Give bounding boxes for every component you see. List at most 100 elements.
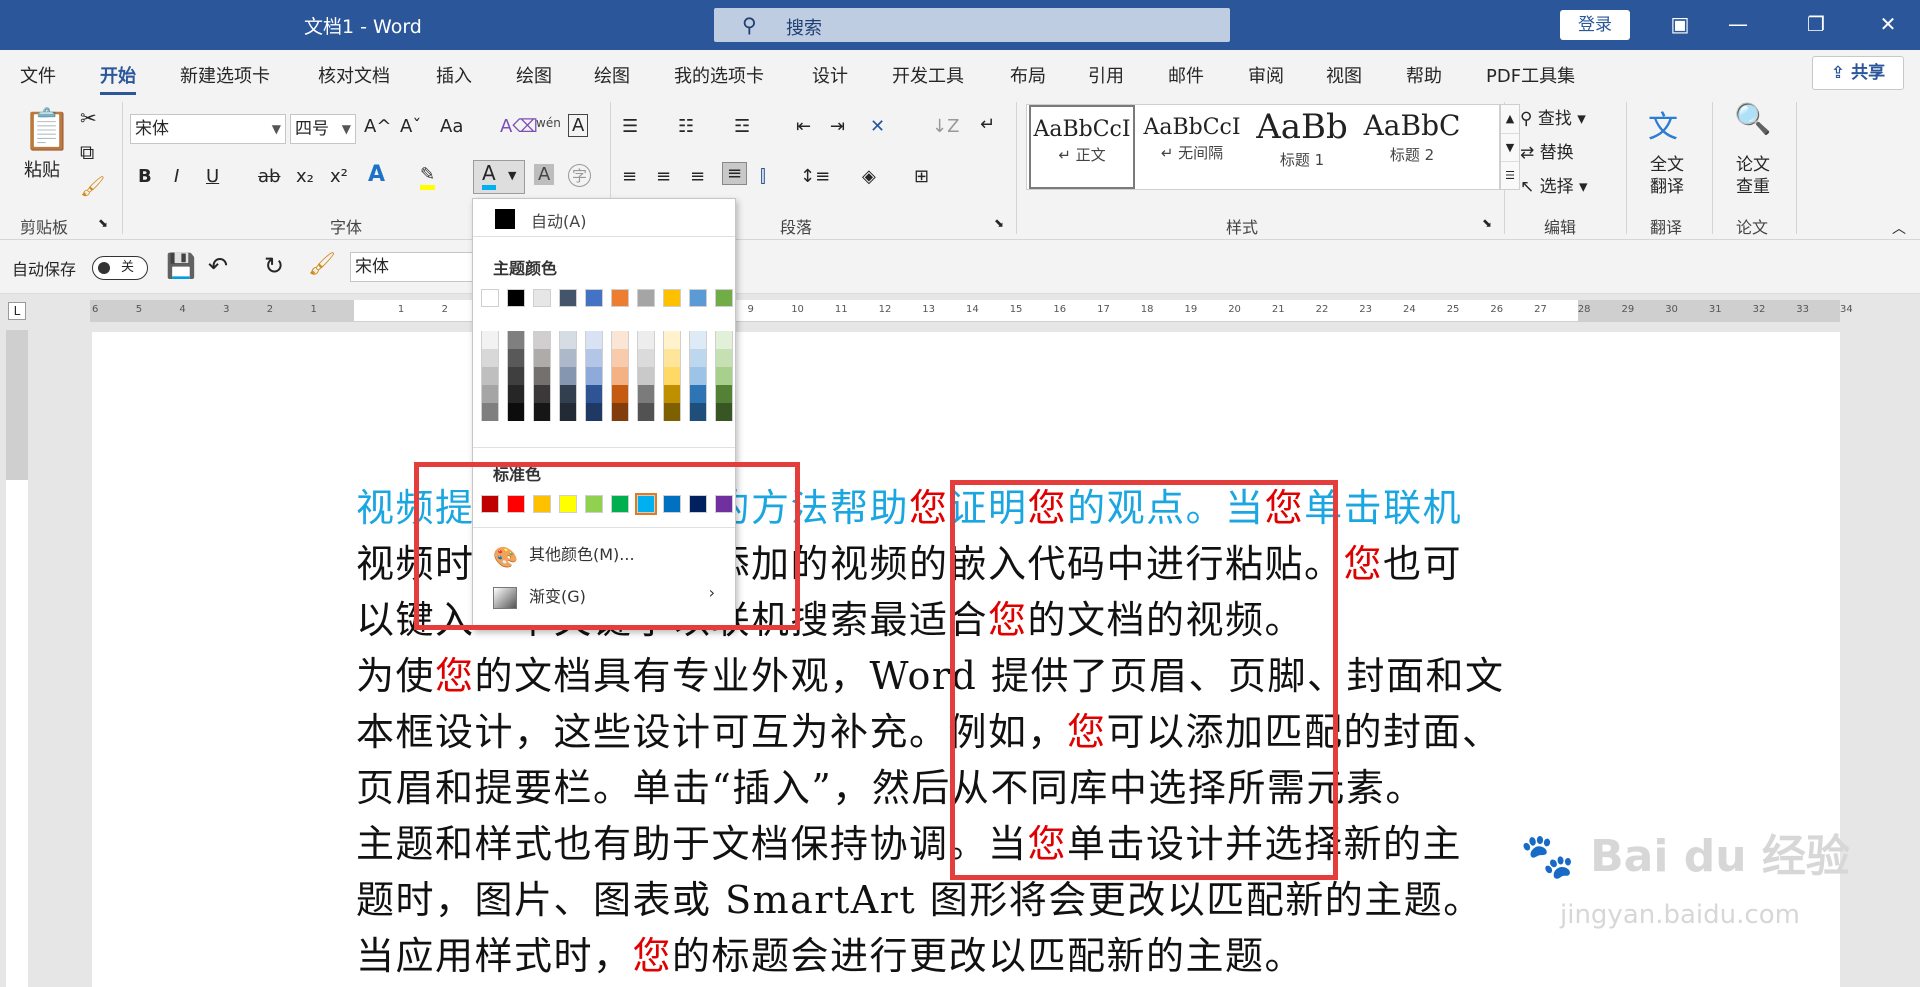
theme-shade-swatch[interactable]	[559, 331, 577, 349]
tab-review-doc[interactable]: 核对文档	[318, 62, 390, 88]
align-center-icon[interactable]: ≡	[656, 166, 671, 187]
tab-insert[interactable]: 插入	[436, 62, 472, 88]
theme-shade-swatch[interactable]	[715, 367, 733, 385]
theme-color-swatch[interactable]	[715, 289, 733, 307]
font-size-combo[interactable]: 四号 ▼	[290, 114, 356, 144]
chinese-layout-icon[interactable]: ✕	[870, 116, 885, 137]
theme-shade-swatch[interactable]	[559, 367, 577, 385]
theme-shade-swatch[interactable]	[689, 385, 707, 403]
theme-shade-swatch[interactable]	[611, 385, 629, 403]
underline-button[interactable]: U	[206, 166, 219, 187]
redo-icon[interactable]: ↻	[264, 252, 284, 280]
tab-draw-1[interactable]: 绘图	[516, 62, 552, 88]
tab-references[interactable]: 引用	[1088, 62, 1124, 88]
tab-home[interactable]: 开始	[100, 62, 136, 95]
distribute-icon[interactable]: ⫿	[760, 166, 766, 187]
theme-shade-swatch[interactable]	[663, 385, 681, 403]
subscript-button[interactable]: x₂	[296, 166, 314, 187]
thesis-check-icon[interactable]: 🔍	[1734, 102, 1771, 137]
theme-shade-swatch[interactable]	[663, 349, 681, 367]
vertical-ruler[interactable]	[6, 330, 28, 987]
theme-shade-swatch[interactable]	[559, 403, 577, 421]
enclose-char-icon[interactable]: 字	[568, 164, 592, 187]
show-marks-icon[interactable]: ↵	[980, 114, 995, 135]
find-button[interactable]: ⚲ 查找 ▾	[1520, 104, 1586, 129]
theme-color-swatch[interactable]	[533, 289, 551, 307]
doc-line[interactable]: 题时，图片、图表或 SmartArt 图形将会更改以匹配新的主题。	[356, 872, 1596, 928]
tab-draw-2[interactable]: 绘图	[594, 62, 630, 88]
style-no-spacing[interactable]: AaBbCcI ↵ 无间隔	[1139, 105, 1245, 189]
tab-developer[interactable]: 开发工具	[892, 62, 964, 88]
styles-launcher-icon[interactable]: ⬊	[1482, 216, 1492, 230]
theme-shade-swatch[interactable]	[533, 367, 551, 385]
theme-shade-swatch[interactable]	[559, 349, 577, 367]
theme-shade-swatch[interactable]	[637, 385, 655, 403]
tab-help[interactable]: 帮助	[1406, 62, 1442, 88]
horizontal-ruler[interactable]: 6543211234567891011121314151617181920212…	[90, 300, 1853, 322]
style-heading-2[interactable]: AaBbC 标题 2	[1359, 105, 1465, 189]
translate-icon[interactable]: 文	[1648, 102, 1678, 146]
change-case-button[interactable]: Aa	[440, 116, 463, 137]
italic-button[interactable]: I	[174, 166, 179, 187]
decrease-indent-icon[interactable]: ⇤	[796, 116, 811, 137]
paste-label[interactable]: 粘贴	[24, 156, 60, 182]
bold-button[interactable]: B	[138, 166, 152, 187]
collapse-ribbon-icon[interactable]: ︿	[1892, 218, 1906, 238]
format-painter-icon[interactable]: 🖌	[308, 252, 336, 277]
styles-scroll[interactable]: ▲ ▼ ☰	[1500, 104, 1520, 190]
autosave-toggle[interactable]: 关	[92, 256, 148, 280]
automatic-color-option[interactable]: 自动(A)	[473, 199, 735, 237]
theme-shade-swatch[interactable]	[481, 349, 499, 367]
theme-shade-swatch[interactable]	[585, 403, 603, 421]
theme-shade-swatch[interactable]	[585, 367, 603, 385]
clear-format-icon[interactable]: A⌫	[500, 116, 538, 137]
theme-color-swatch[interactable]	[637, 289, 655, 307]
strikethrough-button[interactable]: ab	[258, 166, 280, 187]
theme-shade-swatch[interactable]	[689, 331, 707, 349]
theme-shade-swatch[interactable]	[507, 403, 525, 421]
theme-shade-swatch[interactable]	[507, 349, 525, 367]
theme-color-swatch[interactable]	[663, 289, 681, 307]
theme-shade-swatch[interactable]	[663, 367, 681, 385]
style-heading-1[interactable]: AaBb 标题 1	[1249, 105, 1355, 189]
tab-stop-selector[interactable]: L	[8, 302, 26, 320]
theme-shade-swatch[interactable]	[689, 367, 707, 385]
theme-shade-swatch[interactable]	[533, 331, 551, 349]
text-effects-icon[interactable]: A	[368, 162, 385, 187]
ribbon-display-icon[interactable]: ▣	[1666, 10, 1694, 38]
theme-shade-swatch[interactable]	[689, 403, 707, 421]
theme-shade-swatch[interactable]	[611, 403, 629, 421]
theme-shade-swatch[interactable]	[481, 385, 499, 403]
theme-color-swatch[interactable]	[611, 289, 629, 307]
tab-design[interactable]: 设计	[812, 62, 848, 88]
theme-shade-swatch[interactable]	[585, 349, 603, 367]
theme-shade-swatch[interactable]	[663, 403, 681, 421]
font-name-combo[interactable]: 宋体 ▼	[130, 114, 286, 144]
close-icon[interactable]: ✕	[1874, 10, 1902, 38]
replace-button[interactable]: ⇄ 替换	[1520, 138, 1574, 163]
theme-shade-swatch[interactable]	[715, 403, 733, 421]
tab-view[interactable]: 视图	[1326, 62, 1362, 88]
chevron-up-icon[interactable]: ▲	[1501, 105, 1519, 133]
save-icon[interactable]: 💾	[166, 252, 196, 280]
line-spacing-icon[interactable]: ↕≡	[800, 166, 830, 187]
grow-font-button[interactable]: A^	[364, 116, 391, 137]
restore-icon[interactable]: ❐	[1802, 10, 1830, 38]
thesis-check-button[interactable]: 论文 查重	[1736, 154, 1770, 198]
theme-shade-swatch[interactable]	[637, 331, 655, 349]
tab-new[interactable]: 新建选项卡	[180, 62, 270, 88]
theme-shade-swatch[interactable]	[533, 403, 551, 421]
tab-mailings[interactable]: 邮件	[1168, 62, 1204, 88]
shrink-font-button[interactable]: Aˇ	[400, 116, 421, 137]
theme-color-swatch[interactable]	[585, 289, 603, 307]
theme-shade-swatch[interactable]	[715, 331, 733, 349]
login-button[interactable]: 登录	[1560, 10, 1630, 40]
doc-line[interactable]: 当应用样式时，您的标题会进行更改以匹配新的主题。	[356, 928, 1596, 984]
cut-icon[interactable]: ✂	[80, 106, 97, 130]
increase-indent-icon[interactable]: ⇥	[830, 116, 845, 137]
bullets-icon[interactable]: ☰	[622, 116, 638, 137]
theme-shade-swatch[interactable]	[533, 385, 551, 403]
theme-shade-swatch[interactable]	[507, 367, 525, 385]
chevron-down-icon[interactable]: ▼	[1501, 133, 1519, 161]
theme-color-swatch[interactable]	[507, 289, 525, 307]
